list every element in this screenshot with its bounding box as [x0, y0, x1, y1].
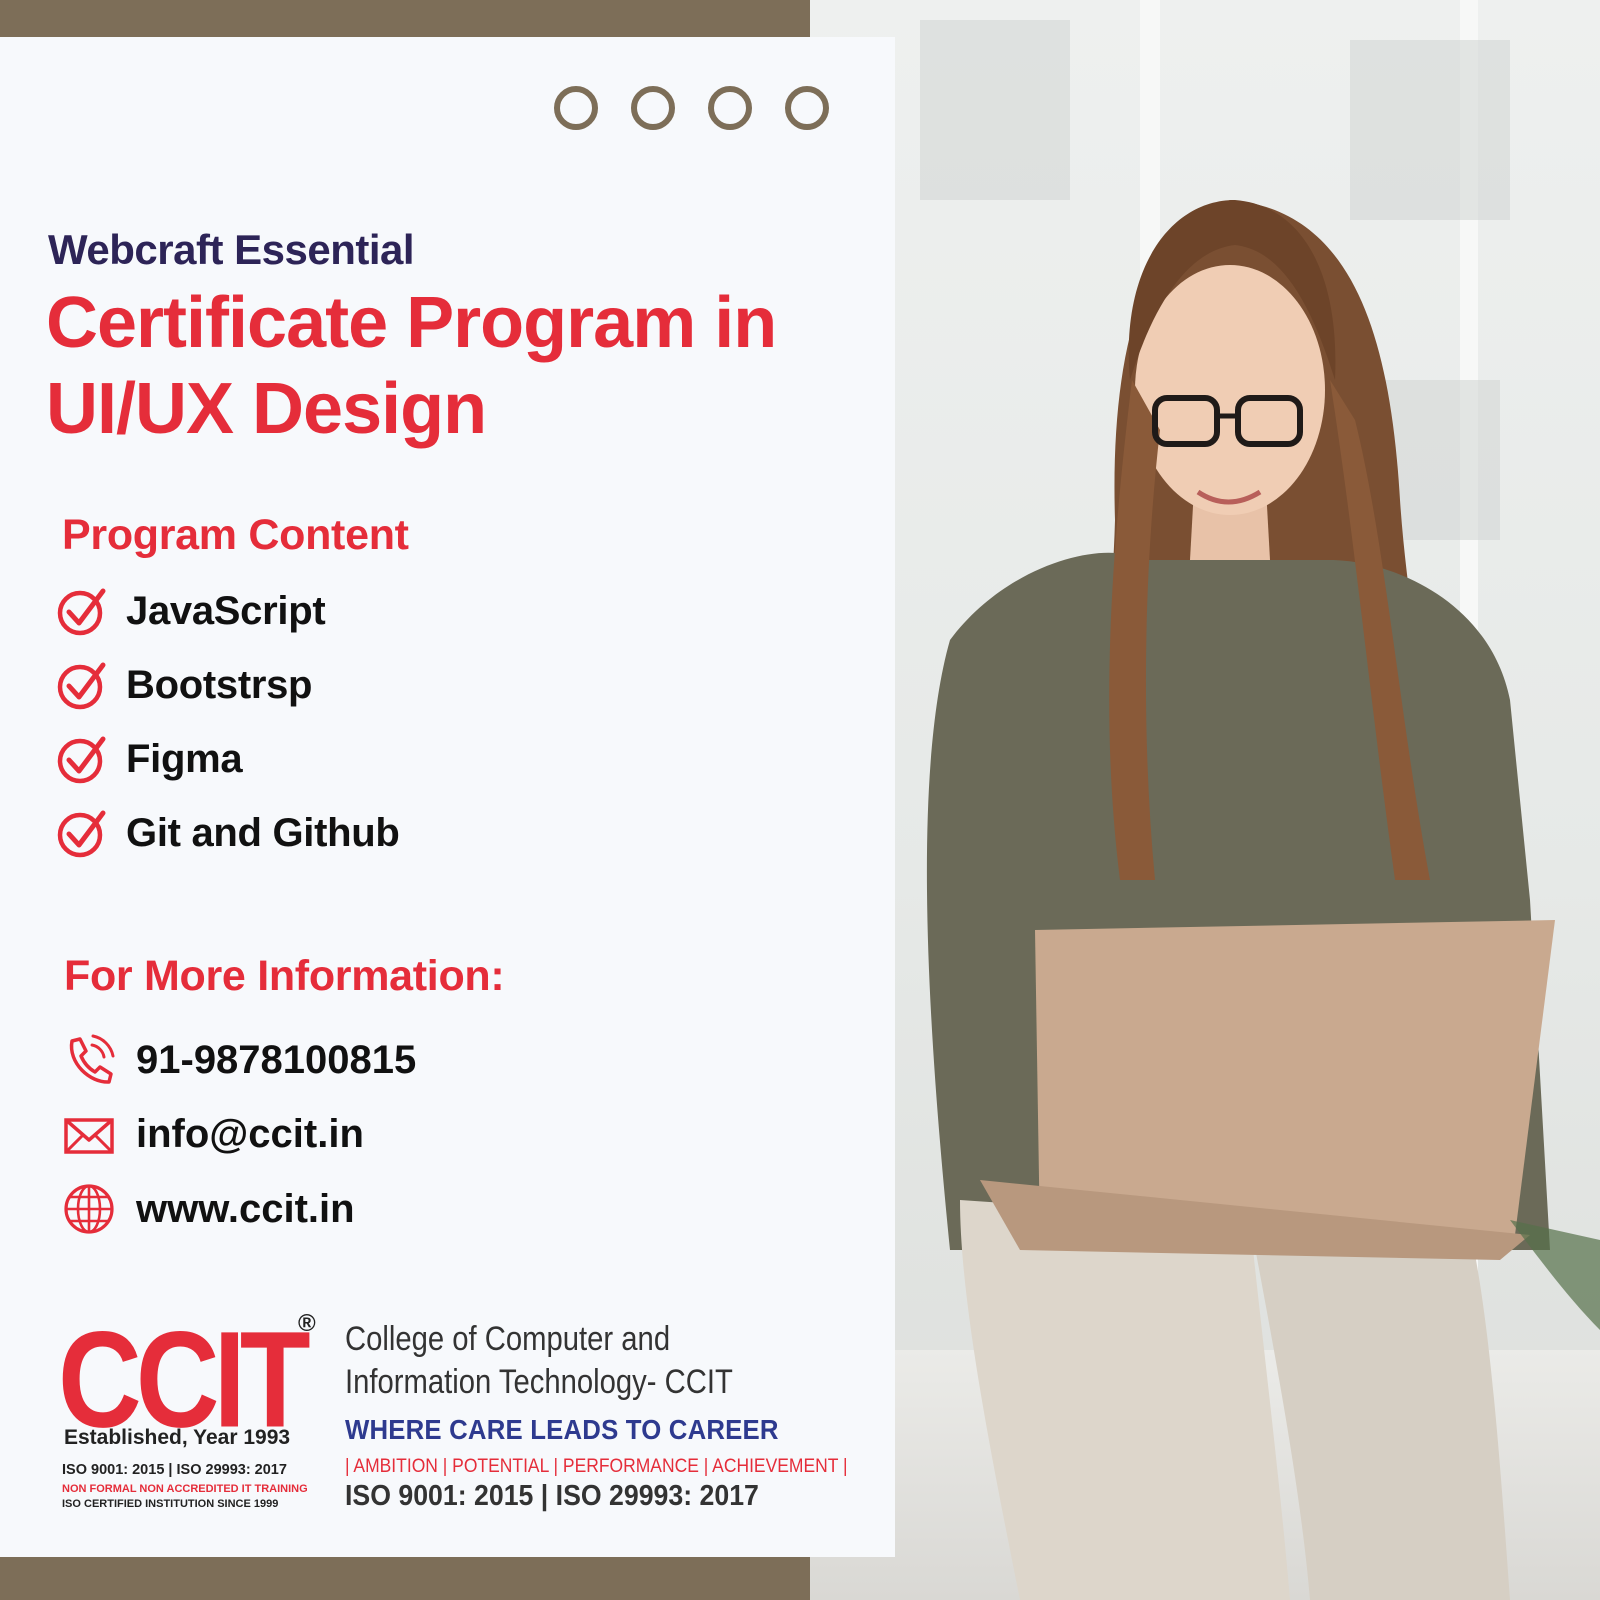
logo-iso-certification: ISO 9001: 2015 | ISO 29993: 2017	[62, 1462, 287, 1478]
program-item-label: Figma	[126, 736, 243, 781]
woman-with-laptop-illustration	[926, 200, 1600, 1600]
website-url: www.ccit.in	[136, 1186, 355, 1231]
college-name-line-1: College of Computer and	[345, 1320, 671, 1358]
hero-photo	[810, 0, 1600, 1600]
program-title-line-2: UI/UX Design	[46, 369, 487, 449]
ring-icon	[785, 86, 829, 130]
program-title: Certificate Program in UI/UX Design	[46, 280, 866, 452]
contact-email[interactable]: info@ccit.in	[60, 1105, 364, 1163]
iso-since-notice: ISO CERTIFIED INSTITUTION SINCE 1999	[62, 1498, 279, 1510]
program-item-javascript: JavaScript	[56, 585, 326, 637]
college-name-line-2: Information Technology- CCIT	[345, 1363, 733, 1401]
program-item-label: JavaScript	[126, 588, 326, 633]
check-circle-icon	[57, 736, 106, 784]
top-decorative-band	[0, 0, 810, 37]
decorative-dots	[554, 86, 829, 130]
ccit-logo: CCIT ® Established, Year 1993 ISO 9001: …	[58, 1310, 328, 1510]
program-title-line-1: Certificate Program in	[46, 283, 777, 363]
ring-icon	[554, 86, 598, 130]
non-formal-notice: NON FORMAL NON ACCREDITED IT TRAINING	[62, 1483, 308, 1495]
college-tagline: WHERE CARE LEADS TO CAREER	[345, 1414, 779, 1445]
program-item-bootstrap: Bootstrsp	[56, 659, 312, 711]
globe-icon	[64, 1184, 114, 1234]
phone-number: 91-9878100815	[136, 1037, 417, 1082]
check-circle-icon	[57, 662, 106, 710]
program-item-figma: Figma	[56, 733, 243, 785]
ccit-logo-wordmark: CCIT	[58, 1302, 311, 1457]
contact-phone[interactable]: 91-9878100815	[60, 1031, 416, 1089]
contact-website[interactable]: www.ccit.in	[60, 1180, 355, 1238]
check-circle-icon	[57, 588, 106, 636]
program-content-heading: Program Content	[62, 511, 409, 559]
program-subtitle: Webcraft Essential	[48, 226, 415, 273]
program-item-label: Bootstrsp	[126, 662, 313, 707]
registered-mark: ®	[298, 1310, 316, 1337]
ring-icon	[631, 86, 675, 130]
college-iso-certification: ISO 9001: 2015 | ISO 29993: 2017	[345, 1480, 759, 1512]
mail-icon	[64, 1118, 114, 1154]
check-circle-icon	[57, 810, 106, 858]
more-info-heading: For More Information:	[64, 952, 505, 1000]
college-values: | AMBITION | POTENTIAL | PERFORMANCE | A…	[345, 1456, 848, 1477]
college-info: College of Computer and Information Tech…	[345, 1318, 865, 1512]
phone-icon	[69, 1034, 115, 1084]
program-item-label: Git and Github	[126, 810, 400, 855]
college-name: College of Computer and Information Tech…	[345, 1318, 792, 1404]
email-address: info@ccit.in	[136, 1111, 364, 1156]
bottom-decorative-band	[0, 1557, 810, 1600]
program-item-git: Git and Github	[56, 807, 400, 859]
ring-icon	[708, 86, 752, 130]
established-year: Established, Year 1993	[64, 1426, 291, 1449]
